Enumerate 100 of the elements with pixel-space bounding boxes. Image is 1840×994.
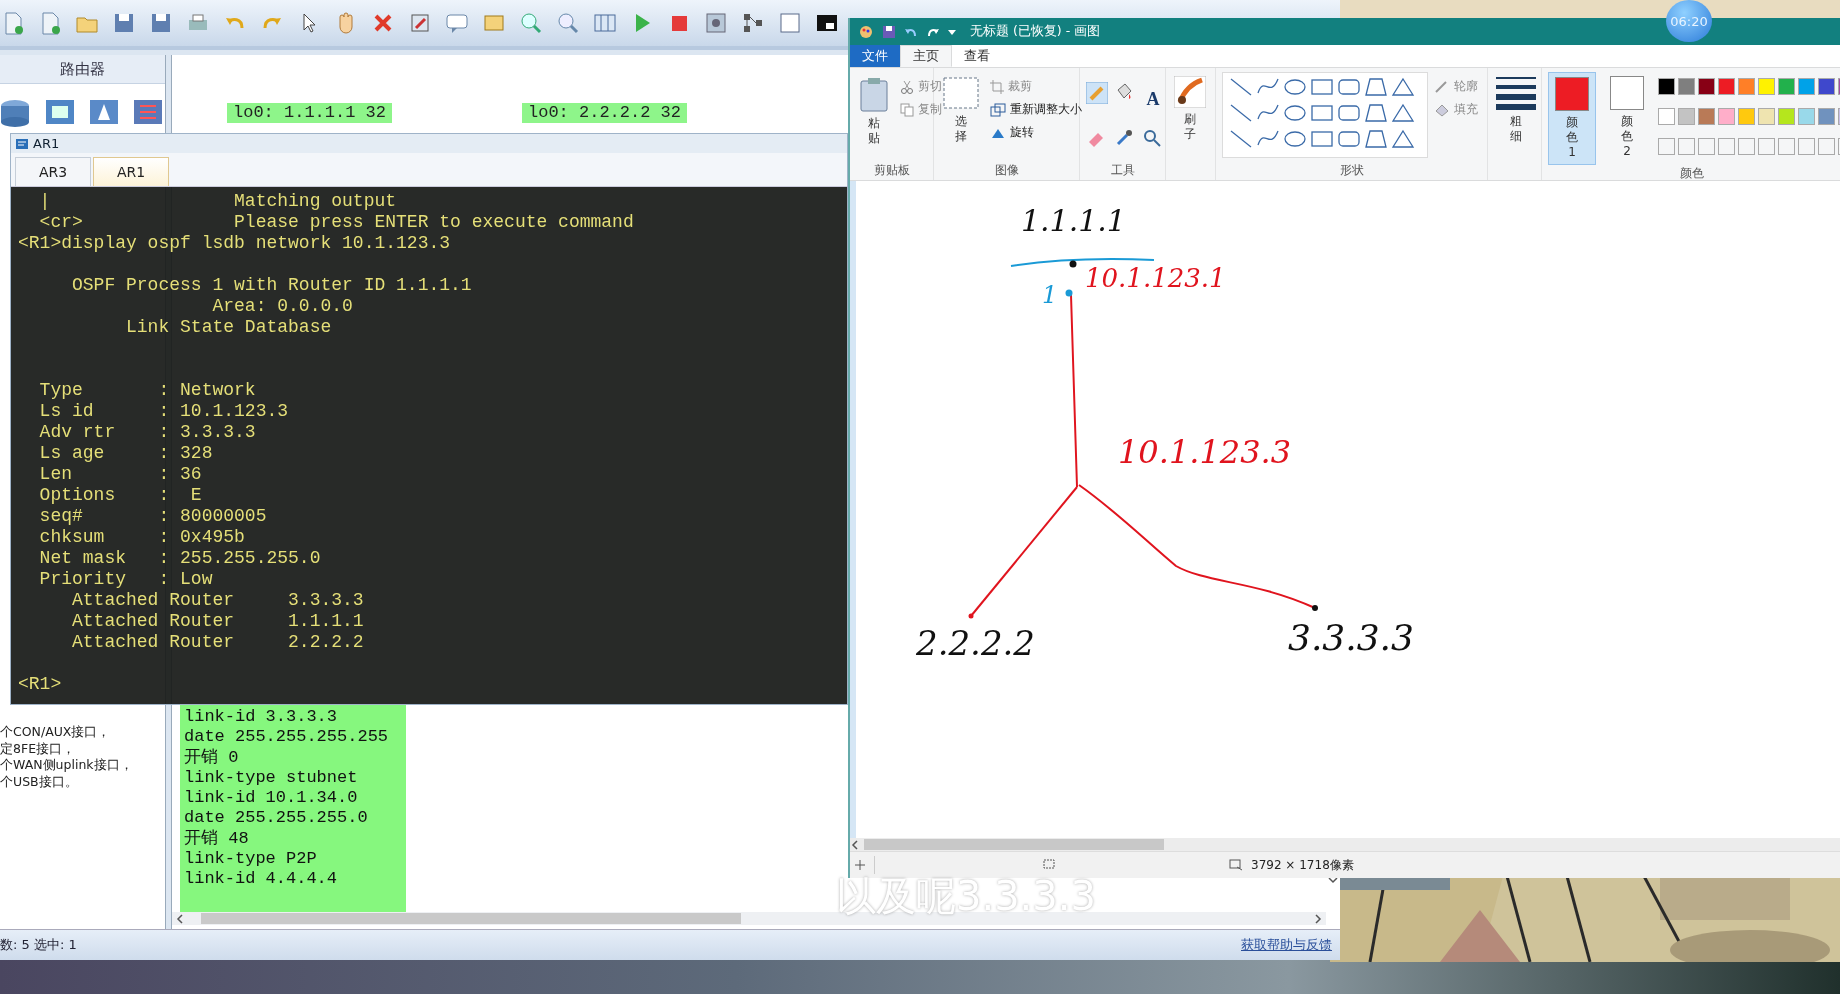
- dropdown-icon[interactable]: [948, 27, 956, 36]
- selection-icon[interactable]: [942, 76, 980, 110]
- interface-label: lo0: 1.1.1.1 32: [227, 103, 393, 123]
- console-line: Priority : Low: [38, 569, 214, 590]
- handwritten-label: 1: [1042, 281, 1058, 309]
- palette-icon[interactable]: [858, 23, 874, 40]
- color-swatch[interactable]: [1818, 78, 1835, 95]
- ribbon-tab[interactable]: 主页: [900, 45, 952, 67]
- copy-icon[interactable]: [900, 102, 914, 117]
- color-swatch[interactable]: [1778, 78, 1795, 95]
- color-button[interactable]: 颜色 2: [1604, 72, 1650, 165]
- scroll-right-icon[interactable]: [1313, 913, 1323, 924]
- fill-button[interactable]: 填充: [1434, 101, 1478, 118]
- group-label: 剪贴板: [872, 161, 911, 179]
- scroll-down-icon[interactable]: [1328, 875, 1338, 885]
- color-swatch[interactable]: [1758, 108, 1775, 125]
- group-label: 颜色: [1678, 165, 1705, 182]
- color-swatch[interactable]: [1778, 108, 1795, 125]
- console-line: OSPF Process 1 with Router ID 1.1.1.1: [71, 275, 473, 296]
- empty-swatch[interactable]: [1718, 138, 1735, 155]
- handwritten-label: 1.1.1.1: [1021, 203, 1126, 238]
- zoom-out-icon[interactable]: [555, 10, 581, 36]
- color-swatch[interactable]: [1698, 78, 1715, 95]
- crop-icon[interactable]: [990, 79, 1004, 94]
- save-icon[interactable]: [882, 24, 896, 39]
- empty-swatch[interactable]: [1678, 138, 1695, 155]
- scrollbar-thumb[interactable]: [201, 913, 741, 924]
- color-swatch[interactable]: [1678, 108, 1695, 125]
- color-button[interactable]: 颜色 1: [1548, 72, 1596, 165]
- color-swatch[interactable]: [1798, 78, 1815, 95]
- scroll-left-icon[interactable]: [175, 913, 185, 924]
- resize-button[interactable]: 重新调整大小: [990, 101, 1082, 118]
- color-swatch[interactable]: [1738, 78, 1755, 95]
- color-swatch[interactable]: [1658, 78, 1675, 95]
- color-swatch[interactable]: [1818, 108, 1835, 125]
- interface-label: lo0: 2.2.2.2 32: [522, 103, 688, 123]
- console-line: Attached Router 2.2.2.2: [71, 632, 365, 653]
- console-line: Attached Router 1.1.1.1: [71, 611, 365, 632]
- empty-swatch[interactable]: [1758, 138, 1775, 155]
- console-line: Area: 0.0.0.0: [211, 296, 354, 317]
- console-tab[interactable]: AR3: [15, 157, 91, 186]
- select-button[interactable]: 选择: [940, 72, 982, 160]
- device-description: 个CON/AUX接口，: [0, 724, 112, 741]
- dot-mark: [1069, 260, 1077, 268]
- empty-swatch[interactable]: [1658, 138, 1675, 155]
- window-icon[interactable]: [777, 10, 803, 36]
- scrollbar-thumb[interactable]: [864, 839, 1164, 850]
- console-tab[interactable]: AR1: [93, 157, 169, 186]
- note-line: date 255.255.255.255: [184, 727, 390, 748]
- shape-gallery[interactable]: [1222, 72, 1428, 158]
- help-link[interactable]: 获取帮助与反馈: [1241, 936, 1332, 954]
- paste-button[interactable]: 粘贴: [856, 72, 892, 160]
- group-label: 形状: [1338, 161, 1365, 179]
- copy-button[interactable]: 复制: [900, 101, 942, 118]
- outline-button[interactable]: 轮廓: [1434, 78, 1478, 95]
- color-swatch[interactable]: [1718, 78, 1735, 95]
- color-swatch[interactable]: [1678, 78, 1695, 95]
- resize-icon[interactable]: [990, 102, 1006, 117]
- ribbon-tab[interactable]: 查看: [952, 45, 1002, 67]
- line-weight-icon[interactable]: [1496, 76, 1536, 110]
- empty-swatch[interactable]: [1798, 138, 1815, 155]
- outline-icon[interactable]: [1434, 79, 1450, 94]
- color-swatch[interactable]: [1658, 108, 1675, 125]
- brush-icon[interactable]: [1174, 76, 1206, 108]
- empty-swatch[interactable]: [1778, 138, 1795, 155]
- color-swatch[interactable]: [1718, 108, 1735, 125]
- handwritten-label: 10.1.123.3: [1118, 433, 1292, 471]
- empty-swatch[interactable]: [1738, 138, 1755, 155]
- color-swatch[interactable]: [1758, 78, 1775, 95]
- note-line: link-id 3.3.3.3: [184, 707, 339, 728]
- zoom-in-icon[interactable]: [518, 10, 544, 36]
- color-swatch[interactable]: [1698, 108, 1715, 125]
- cut-button[interactable]: 剪切: [900, 78, 942, 95]
- brush-button[interactable]: 刷子: [1172, 72, 1208, 160]
- note-line: 开销 0: [184, 747, 240, 768]
- capture-icon[interactable]: [703, 10, 729, 36]
- note-line: link-id 4.4.4.4: [184, 869, 339, 890]
- text-tool-button[interactable]: A: [1142, 82, 1164, 116]
- color-picker-icon[interactable]: [1114, 128, 1134, 148]
- dot-mark: [1312, 605, 1318, 611]
- color-swatch[interactable]: [1738, 108, 1755, 125]
- ribbon-tab[interactable]: 文件: [850, 45, 900, 67]
- image-size-text: 3792 × 1718像素: [1251, 856, 1354, 874]
- empty-swatch[interactable]: [1698, 138, 1715, 155]
- window-title: AR1: [33, 136, 60, 151]
- crop-button[interactable]: 裁剪: [990, 78, 1082, 95]
- empty-swatch[interactable]: [1818, 138, 1835, 155]
- note-line: link-type P2P: [184, 849, 318, 870]
- color-swatch[interactable]: [1798, 108, 1815, 125]
- console-line: seq# : 80000005: [38, 506, 268, 527]
- scissors-icon[interactable]: [900, 79, 914, 94]
- note-line: date 255.255.255.0: [184, 808, 369, 829]
- fill-icon[interactable]: [1434, 102, 1450, 117]
- console-line: Link State Database: [125, 317, 333, 338]
- rotate-button[interactable]: 旋转: [990, 124, 1082, 141]
- console-line: Adv rtr : 3.3.3.3: [38, 422, 257, 443]
- clipboard-icon[interactable]: [858, 76, 890, 112]
- magnifier-icon[interactable]: [1142, 128, 1162, 148]
- size-button[interactable]: 粗细: [1494, 72, 1538, 160]
- scroll-left-icon[interactable]: [850, 839, 860, 850]
